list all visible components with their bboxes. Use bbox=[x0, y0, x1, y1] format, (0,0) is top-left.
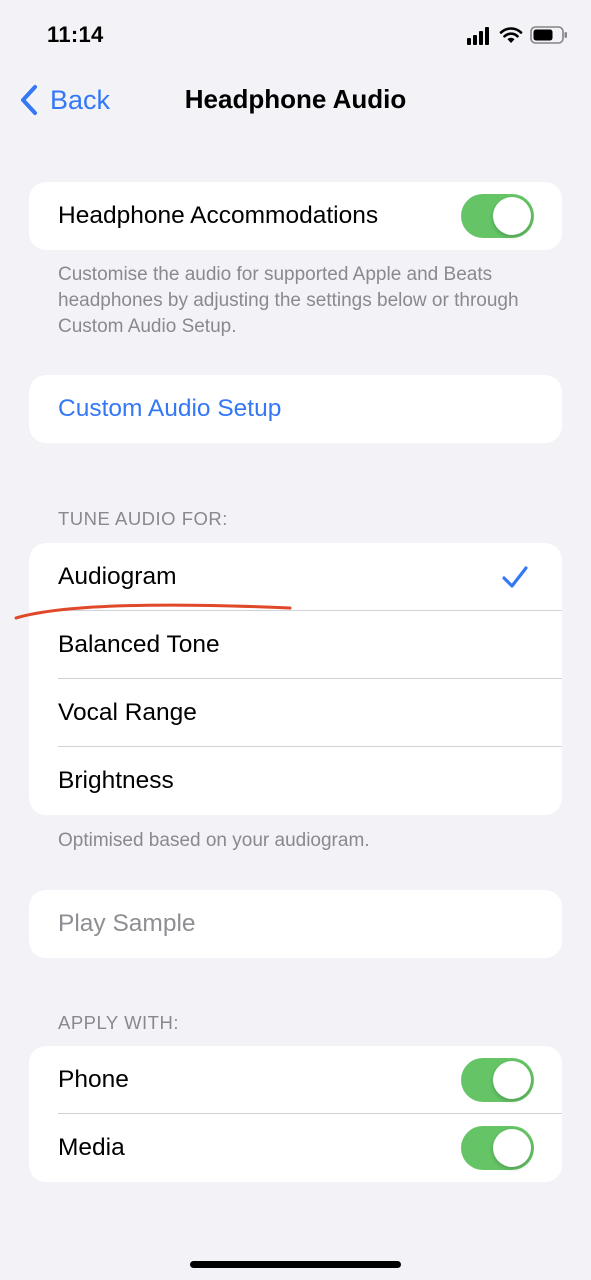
tune-audio-note: Optimised based on your audiogram. bbox=[58, 830, 370, 851]
status-time: 11:14 bbox=[47, 22, 104, 47]
wifi-icon bbox=[499, 27, 523, 43]
option-label: Audiogram bbox=[58, 563, 177, 590]
apply-media-row: Media bbox=[29, 1114, 562, 1182]
toggle-knob bbox=[493, 1129, 531, 1167]
option-label: Brightness bbox=[58, 767, 174, 794]
apply-phone-label: Phone bbox=[58, 1066, 129, 1093]
apply-phone-row: Phone bbox=[29, 1046, 562, 1114]
page-title: Headphone Audio bbox=[184, 84, 407, 114]
tune-audio-header: TUNE AUDIO FOR: bbox=[58, 508, 228, 529]
accommodations-label: Headphone Accommodations bbox=[58, 202, 379, 229]
option-brightness[interactable]: Brightness bbox=[29, 747, 562, 815]
apply-media-label: Media bbox=[58, 1134, 125, 1161]
play-sample-button[interactable]: Play Sample bbox=[29, 890, 562, 958]
battery-icon bbox=[530, 26, 567, 44]
apply-with-header: APPLY WITH: bbox=[58, 1012, 179, 1033]
play-sample-group: Play Sample bbox=[29, 890, 562, 958]
custom-setup-group: Custom Audio Setup bbox=[29, 375, 562, 443]
toggle-knob bbox=[493, 1061, 531, 1099]
option-vocal-range[interactable]: Vocal Range bbox=[29, 679, 562, 747]
option-label: Vocal Range bbox=[58, 699, 197, 726]
accommodations-row: Headphone Accommodations bbox=[29, 182, 562, 250]
home-indicator[interactable] bbox=[190, 1261, 401, 1268]
checkmark-icon bbox=[502, 566, 528, 588]
custom-audio-setup-button[interactable]: Custom Audio Setup bbox=[29, 375, 562, 443]
cellular-signal-icon bbox=[467, 27, 489, 45]
tune-audio-group: Audiogram Balanced Tone Vocal Range Brig… bbox=[29, 543, 562, 815]
accommodations-toggle[interactable] bbox=[461, 194, 534, 238]
accommodations-group: Headphone Accommodations bbox=[29, 182, 562, 250]
option-label: Balanced Tone bbox=[58, 631, 220, 658]
annotation-underline bbox=[14, 603, 292, 620]
accommodations-note: Customise the audio for supported Apple … bbox=[58, 264, 519, 337]
phone-toggle[interactable] bbox=[461, 1058, 534, 1102]
apply-with-group: Phone Media bbox=[29, 1046, 562, 1182]
toggle-knob bbox=[493, 197, 531, 235]
media-toggle[interactable] bbox=[461, 1126, 534, 1170]
